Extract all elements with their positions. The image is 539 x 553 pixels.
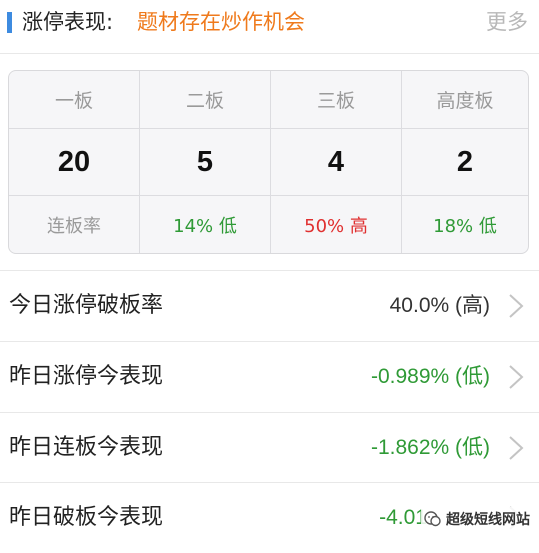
wechat-icon	[424, 511, 441, 527]
column-header-height-board: 高度板	[402, 71, 528, 129]
divider	[0, 53, 539, 54]
header-accent-bar	[7, 12, 12, 33]
rate-value: 14% 低	[173, 215, 237, 237]
rate-height-board: 18% 低	[402, 196, 528, 253]
watermark: 超级短线网站	[421, 507, 533, 531]
row-value: -1.862% (低)	[370, 436, 490, 459]
rate-value: 50% 高	[304, 215, 368, 237]
row-label: 昨日破板今表现	[9, 505, 164, 530]
rate-value: 18% 低	[433, 215, 497, 237]
rate-second-board: 14% 低	[140, 196, 271, 253]
row-value: 40.0% (高)	[389, 294, 490, 317]
column-header-first-board: 一板	[9, 71, 140, 129]
header-subtitle: 题材存在炒作机会	[137, 10, 305, 34]
stat-row-yesterday-limit-up[interactable]: 昨日涨停今表现 -0.989% (低)	[0, 342, 539, 412]
chevron-right-icon	[509, 365, 524, 389]
watermark-text: 超级短线网站	[446, 512, 530, 528]
row-label: 昨日连板今表现	[9, 435, 164, 460]
rate-label: 连板率	[47, 215, 101, 237]
count-first-board: 20	[9, 129, 140, 196]
chevron-right-icon	[509, 436, 524, 460]
row-value: -4.01	[379, 506, 427, 529]
rate-label-cell: 连板率	[9, 196, 140, 253]
chevron-right-icon	[509, 294, 524, 318]
section-header: 涨停表现: 题材存在炒作机会 更多	[0, 0, 539, 52]
row-label: 今日涨停破板率	[9, 293, 164, 318]
count-height-board: 2	[402, 129, 528, 196]
stat-row-yesterday-consecutive[interactable]: 昨日连板今表现 -1.862% (低)	[0, 413, 539, 483]
board-stats-card: 一板 二板 三板 高度板 20 5 4 2 连板率 14% 低 50% 高 18…	[8, 70, 529, 254]
board-stats-grid: 一板 二板 三板 高度板 20 5 4 2 连板率 14% 低 50% 高 18…	[9, 71, 528, 253]
row-value: -0.989% (低)	[370, 365, 490, 388]
column-header-second-board: 二板	[140, 71, 271, 129]
rate-third-board: 50% 高	[271, 196, 402, 253]
count-third-board: 4	[271, 129, 402, 196]
row-label: 昨日涨停今表现	[9, 364, 164, 389]
header-title: 涨停表现:	[22, 10, 114, 34]
column-header-third-board: 三板	[271, 71, 402, 129]
count-second-board: 5	[140, 129, 271, 196]
stat-row-today-break-rate[interactable]: 今日涨停破板率 40.0% (高)	[0, 271, 539, 341]
more-link[interactable]: 更多	[486, 7, 528, 37]
